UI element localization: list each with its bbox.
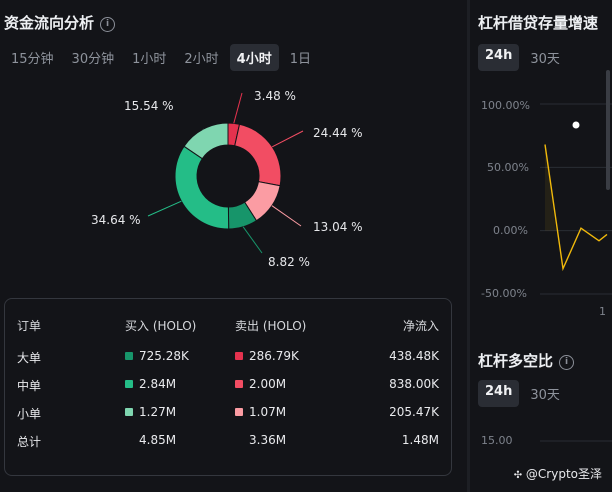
total-buy-value: 4.85M [139,433,177,447]
info-icon[interactable]: i [559,355,575,370]
scrollbar[interactable] [606,70,610,190]
long-short-tab-1[interactable]: 30天 [523,380,567,407]
buy-value: 1.27M [139,405,177,419]
row-label: 总计 [17,435,42,449]
sell-value: 1.07M [249,405,287,419]
growth-line-series [544,144,608,272]
total-sell-value: 3.36M [249,433,287,447]
buy-color-swatch [125,352,133,360]
y-tick: 15.00 [481,434,513,447]
long-short-title-row: 杠杆多空比 i [478,350,575,371]
row-label: 小单 [17,407,42,421]
total-net-value: 1.48M [401,433,439,447]
row-label: 大单 [17,351,42,365]
sell-color-swatch [235,408,243,416]
sell-color-swatch [235,380,243,388]
table-row: 小单 1.27M 1.07M 205.47K [5,405,451,425]
buy-color-swatch [125,408,133,416]
watermark-text: @Crypto圣泽 [525,467,602,481]
diamond-icon: ✣ [513,470,523,481]
long-short-tab-0[interactable]: 24h [478,380,520,407]
table-row-total: 总计 4.85M 3.36M 1.48M [5,433,451,453]
margin-growth-line-chart [540,103,612,295]
hover-dot [572,121,580,129]
fund-flow-table: 订单 买入 (HOLO) 卖出 (HOLO) 净流入 大单 725.28K 28… [4,298,452,476]
buy-value: 2.84M [139,377,177,391]
sell-value: 2.00M [249,377,287,391]
net-value: 838.00K [389,377,439,391]
buy-value: 725.28K [139,349,189,363]
watermark: ✣ @Crypto圣泽 [514,465,602,482]
sell-color-swatch [235,352,243,360]
net-value: 205.47K [389,405,439,419]
table-header: 订单 买入 (HOLO) 卖出 (HOLO) 净流入 [5,317,451,337]
row-label: 中单 [17,379,42,393]
net-value: 438.48K [389,349,439,363]
buy-color-swatch [125,380,133,388]
sell-value: 286.79K [249,349,299,363]
long-short-tabs: 24h 30天 [478,380,567,407]
table-row: 中单 2.84M 2.00M 838.00K [5,377,451,397]
long-short-title: 杠杆多空比 [478,352,554,370]
table-row: 大单 725.28K 286.79K 438.48K [5,349,451,369]
